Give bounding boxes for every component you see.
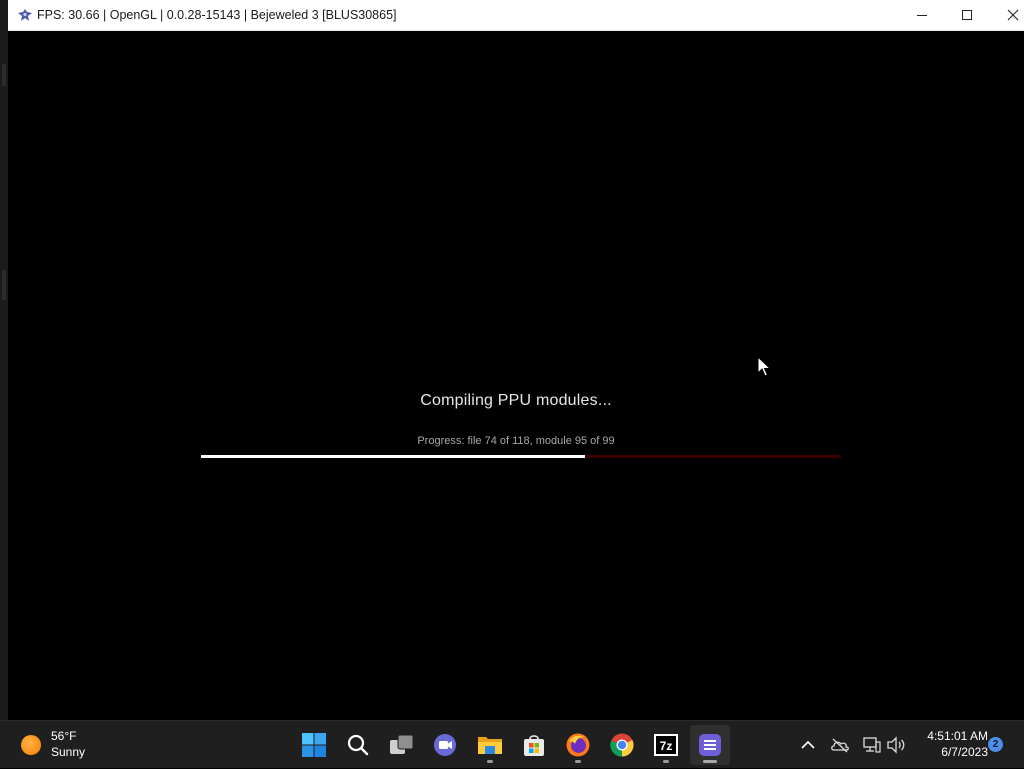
weather-condition: Sunny (51, 745, 86, 759)
search-icon (347, 734, 369, 756)
rpcs3-button[interactable] (690, 725, 730, 765)
desktop-edge-mark (2, 64, 6, 86)
title-bar[interactable]: FPS: 30.66 | OpenGL | 0.0.28-15143 | Bej… (8, 0, 1024, 31)
weather-widget[interactable]: 56°F Sunny (10, 721, 120, 769)
mouse-pointer-icon (757, 355, 772, 383)
chat-button[interactable] (426, 725, 466, 765)
7zip-button[interactable]: 7z (646, 725, 686, 765)
taskbar: 56°F Sunny 7z 4:51:01 AM 6/7/2023 (0, 720, 1024, 768)
close-icon (1007, 9, 1019, 21)
minimize-icon (917, 15, 927, 16)
minimize-button[interactable] (899, 0, 945, 30)
network-icon (863, 737, 881, 753)
progress-bar-track (201, 455, 841, 458)
compile-heading: Compiling PPU modules... (420, 392, 612, 409)
task-view-icon (390, 734, 414, 754)
maximize-icon (962, 10, 972, 20)
clock-date: 6/7/2023 (941, 745, 988, 759)
app-window: FPS: 30.66 | OpenGL | 0.0.28-15143 | Bej… (8, 0, 1024, 720)
maximize-button[interactable] (944, 0, 990, 30)
running-indicator (487, 760, 493, 763)
search-button[interactable] (338, 725, 378, 765)
progress-text: Progress: file 74 of 118, module 95 of 9… (417, 435, 615, 447)
task-view-button[interactable] (382, 725, 422, 765)
desktop-edge-mark (2, 270, 6, 300)
network-button[interactable] (860, 733, 884, 757)
desktop-background-strip (0, 0, 8, 720)
windows-logo-icon (302, 733, 326, 757)
7zip-icon: 7z (654, 734, 678, 756)
volume-button[interactable] (884, 733, 908, 757)
rpcs3-icon (699, 734, 721, 756)
onedrive-button[interactable] (828, 733, 852, 757)
video-chat-icon (434, 734, 456, 756)
file-explorer-button[interactable] (470, 725, 510, 765)
chevron-up-icon (801, 740, 815, 749)
rpcs3-app-icon (17, 8, 33, 22)
store-bag-icon (524, 735, 544, 756)
game-viewport[interactable]: Compiling PPU modules... Progress: file … (8, 31, 1024, 720)
notification-count-badge[interactable]: 2 (988, 737, 1003, 752)
folder-icon (478, 737, 502, 754)
chrome-button[interactable] (602, 725, 642, 765)
sun-icon (21, 735, 41, 755)
clock[interactable]: 4:51:01 AM 6/7/2023 (912, 728, 988, 760)
weather-temperature: 56°F (51, 729, 77, 743)
speaker-icon (887, 736, 905, 754)
firefox-icon (566, 733, 590, 757)
show-hidden-icons-button[interactable] (796, 733, 820, 757)
running-indicator (575, 760, 581, 763)
start-button[interactable] (294, 725, 334, 765)
cloud-offline-icon (831, 738, 849, 753)
clock-time: 4:51:01 AM (927, 729, 988, 743)
progress-bar-fill (201, 455, 585, 458)
svg-text:7z: 7z (660, 739, 673, 753)
chrome-icon (610, 733, 634, 757)
active-indicator (703, 760, 717, 763)
window-title: FPS: 30.66 | OpenGL | 0.0.28-15143 | Bej… (37, 8, 397, 22)
firefox-button[interactable] (558, 725, 598, 765)
close-button[interactable] (990, 0, 1024, 30)
store-button[interactable] (514, 725, 554, 765)
running-indicator (663, 760, 669, 763)
